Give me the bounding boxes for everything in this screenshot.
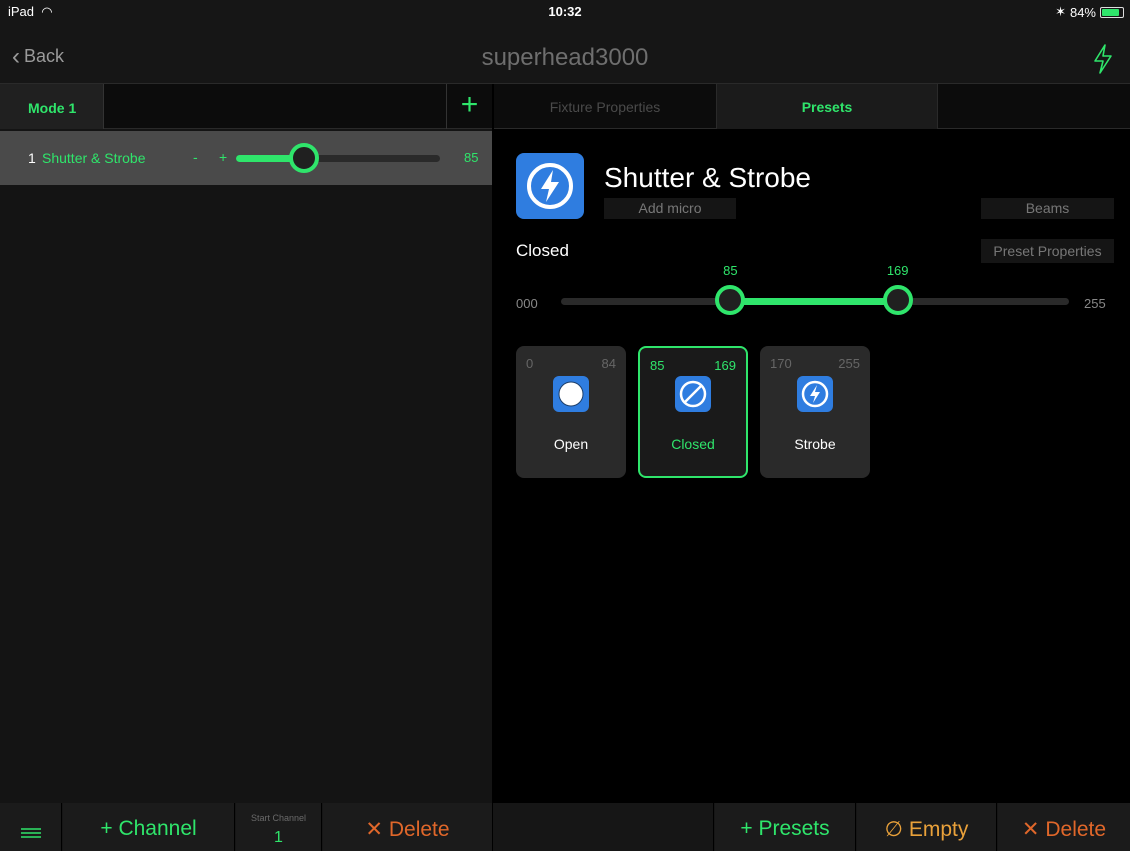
preset-range-end: 169 xyxy=(714,358,736,373)
channel-name: Shutter & Strobe xyxy=(42,150,146,166)
preset-card-open[interactable]: 0 84 Open xyxy=(516,346,626,478)
start-channel-label: Start Channel xyxy=(250,813,307,823)
range-min-label: 000 xyxy=(516,296,538,311)
lightning-outline-icon[interactable] xyxy=(1092,44,1114,74)
range-low-label: 85 xyxy=(723,263,738,278)
tab-presets[interactable]: Presets xyxy=(716,84,938,129)
delete-channel-button[interactable]: ✕ Delete xyxy=(323,803,493,851)
bluetooth-icon: ✶ xyxy=(1055,4,1066,19)
channel-slider-knob[interactable] xyxy=(288,143,319,173)
battery-fill xyxy=(1102,8,1119,16)
delete-preset-button[interactable]: ✕ Delete xyxy=(998,803,1130,851)
preset-range-start: 170 xyxy=(770,356,792,371)
preset-label: Open xyxy=(553,436,589,452)
toolbar-spacer xyxy=(494,803,714,851)
channel-panel: Mode 1 + 1 Shutter & Strobe - + 85 xyxy=(0,84,492,803)
strobe-bolt-icon xyxy=(797,376,833,412)
preset-range-end: 84 xyxy=(601,356,616,371)
status-right: ✶ 84% xyxy=(1055,4,1124,20)
preset-card-closed[interactable]: 85 169 Closed xyxy=(638,346,748,478)
mode-bar: Mode 1 + xyxy=(0,84,492,129)
beams-button[interactable]: Beams xyxy=(981,198,1114,219)
menu-button[interactable] xyxy=(0,803,62,851)
range-slider-low-knob[interactable] xyxy=(715,285,746,315)
range-high-label: 169 xyxy=(886,263,909,278)
bottom-toolbar: + Channel Start Channel 1 ✕ Delete + Pre… xyxy=(0,803,1130,851)
empty-set-icon: ∅ xyxy=(884,818,909,841)
preset-range-start: 0 xyxy=(526,356,534,371)
close-icon: ✕ xyxy=(1021,818,1046,841)
status-bar: iPad ◠ 10:32 ✶ 84% xyxy=(0,0,1130,22)
delete-channel-label: Delete xyxy=(388,818,450,841)
preset-group-icon[interactable] xyxy=(516,153,584,219)
battery-icon xyxy=(1100,6,1124,18)
channel-value: 85 xyxy=(464,150,479,165)
add-presets-label: Presets xyxy=(758,817,830,840)
hamburger-menu-icon xyxy=(21,828,41,838)
preset-range-start: 85 xyxy=(650,358,665,373)
page-title: superhead3000 xyxy=(481,44,649,71)
open-circle-icon xyxy=(553,376,589,412)
mode-tab[interactable]: Mode 1 xyxy=(0,84,104,129)
channel-increment-button[interactable]: + xyxy=(219,149,227,165)
start-channel-field[interactable]: Start Channel 1 xyxy=(236,803,322,851)
preset-label: Closed xyxy=(671,436,715,452)
range-slider-fill xyxy=(730,298,898,305)
channel-number: 1 xyxy=(28,150,36,166)
current-preset-label: Closed xyxy=(516,241,569,260)
add-mode-button[interactable]: + xyxy=(446,84,492,129)
range-max-label: 255 xyxy=(1084,296,1106,311)
add-channel-button[interactable]: + Channel xyxy=(63,803,235,851)
range-slider-high-knob[interactable] xyxy=(882,285,913,315)
empty-button[interactable]: ∅ Empty xyxy=(857,803,997,851)
channel-row[interactable]: 1 Shutter & Strobe - + 85 xyxy=(0,131,492,185)
preset-properties-button[interactable]: Preset Properties xyxy=(981,239,1114,263)
tab-fixture-properties[interactable]: Fixture Properties xyxy=(494,84,716,129)
battery-percent: 84% xyxy=(1069,4,1096,20)
preset-panel: Fixture Properties Presets Shutter & Str… xyxy=(494,84,1130,803)
status-time: 10:32 xyxy=(548,4,582,19)
navigation-bar: ‹ Back superhead3000 xyxy=(0,22,1130,84)
start-channel-value: 1 xyxy=(274,829,283,846)
delete-preset-label: Delete xyxy=(1045,818,1107,841)
preset-card-strobe[interactable]: 170 255 Strobe xyxy=(760,346,870,478)
tab-bar: Fixture Properties Presets xyxy=(494,84,1130,129)
empty-label: Empty xyxy=(908,818,969,841)
channel-decrement-button[interactable]: - xyxy=(193,149,198,165)
preset-group-title: Shutter & Strobe xyxy=(604,162,812,193)
plus-icon: + xyxy=(740,817,759,840)
strobe-bolt-icon xyxy=(527,163,573,209)
add-presets-button[interactable]: + Presets xyxy=(715,803,856,851)
add-micro-button[interactable]: Add micro xyxy=(604,198,736,219)
close-icon: ✕ xyxy=(365,818,389,841)
closed-slash-icon xyxy=(675,376,711,412)
plus-icon: + xyxy=(100,817,119,840)
add-channel-label: Channel xyxy=(118,817,197,840)
preset-label: Strobe xyxy=(794,436,836,452)
preset-range-end: 255 xyxy=(838,356,860,371)
